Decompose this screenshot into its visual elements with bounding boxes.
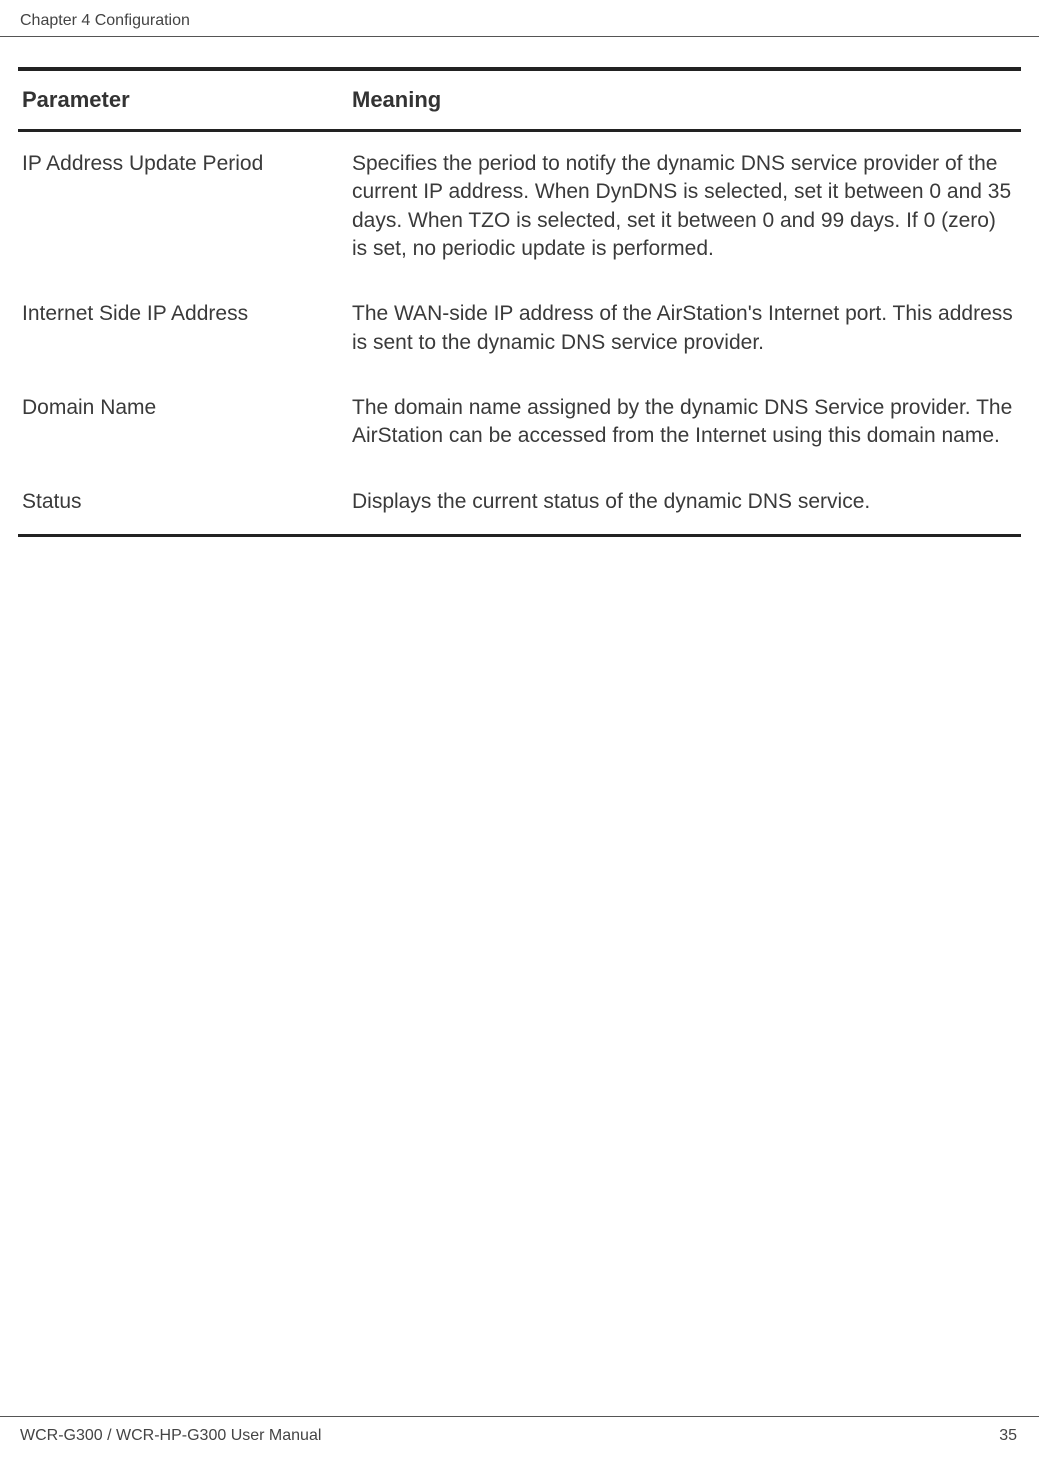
cell-meaning: The domain name assigned by the dynamic …	[348, 376, 1021, 470]
cell-meaning: The WAN-side IP address of the AirStatio…	[348, 282, 1021, 376]
page-header: Chapter 4 Configuration	[0, 0, 1039, 37]
cell-parameter: Domain Name	[18, 376, 348, 470]
parameter-table: Parameter Meaning IP Address Update Peri…	[18, 67, 1021, 537]
page-footer: WCR-G300 / WCR-HP-G300 User Manual 35	[0, 1416, 1039, 1459]
header-meaning: Meaning	[348, 69, 1021, 131]
cell-meaning: Displays the current status of the dynam…	[348, 469, 1021, 535]
page-number: 35	[999, 1427, 1017, 1445]
cell-parameter: Status	[18, 469, 348, 535]
cell-parameter: IP Address Update Period	[18, 131, 348, 282]
cell-parameter: Internet Side IP Address	[18, 282, 348, 376]
table-row: Internet Side IP Address The WAN-side IP…	[18, 282, 1021, 376]
table-row: Status Displays the current status of th…	[18, 469, 1021, 535]
manual-title: WCR-G300 / WCR-HP-G300 User Manual	[20, 1427, 321, 1445]
table-header-row: Parameter Meaning	[18, 69, 1021, 131]
cell-meaning: Specifies the period to notify the dynam…	[348, 131, 1021, 282]
content-area: Parameter Meaning IP Address Update Peri…	[0, 37, 1039, 537]
header-parameter: Parameter	[18, 69, 348, 131]
table-row: IP Address Update Period Specifies the p…	[18, 131, 1021, 282]
table-row: Domain Name The domain name assigned by …	[18, 376, 1021, 470]
chapter-label: Chapter 4 Configuration	[20, 12, 190, 29]
